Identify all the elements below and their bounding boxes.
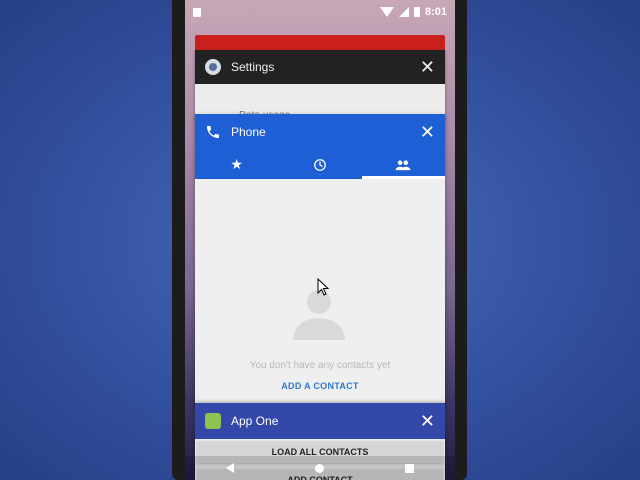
phone-tabs: ★ xyxy=(195,150,445,179)
star-icon: ★ xyxy=(230,156,243,172)
recent-card-settings[interactable]: Settings ✕ Data usage xyxy=(195,50,445,121)
android-app-icon xyxy=(205,413,221,429)
settings-card-header[interactable]: Settings ✕ xyxy=(195,50,445,84)
mouse-cursor-icon xyxy=(317,278,329,296)
recents-icon[interactable] xyxy=(405,463,415,473)
battery-icon xyxy=(413,7,420,17)
settings-app-icon xyxy=(205,59,221,75)
app-one-card-header[interactable]: App One ✕ xyxy=(195,403,445,439)
tab-contacts[interactable] xyxy=(362,150,445,179)
signal-icon xyxy=(398,7,409,17)
tab-recents[interactable] xyxy=(278,150,361,179)
wifi-icon xyxy=(379,7,394,17)
add-a-contact-link[interactable]: ADD A CONTACT xyxy=(195,381,445,391)
close-icon[interactable]: ✕ xyxy=(420,58,435,76)
device-screen: 8:01 Settings ✕ Data usage Phone ✕ ★ xyxy=(185,0,455,480)
status-bar: 8:01 xyxy=(185,0,455,24)
phone-icon xyxy=(207,126,219,138)
empty-contacts-message: You don't have any contacts yet xyxy=(249,360,391,371)
phone-card-header[interactable]: Phone ✕ xyxy=(195,114,445,150)
home-icon[interactable] xyxy=(314,463,324,473)
navigation-bar xyxy=(185,456,455,480)
phone-card-title: Phone xyxy=(231,125,266,139)
settings-card-title: Settings xyxy=(231,60,275,74)
close-icon[interactable]: ✕ xyxy=(420,412,435,430)
people-icon xyxy=(395,159,411,170)
app-one-card-title: App One xyxy=(231,414,279,428)
tab-favorites[interactable]: ★ xyxy=(195,150,278,179)
notification-icon xyxy=(193,7,201,17)
close-icon[interactable]: ✕ xyxy=(420,123,435,141)
recent-card-phone[interactable]: Phone ✕ ★ You don't have any contacts ye… xyxy=(195,114,445,404)
selected-tab-indicator xyxy=(362,176,445,179)
status-time: 8:01 xyxy=(424,6,447,18)
clock-icon xyxy=(314,158,326,171)
back-icon[interactable] xyxy=(225,463,234,473)
